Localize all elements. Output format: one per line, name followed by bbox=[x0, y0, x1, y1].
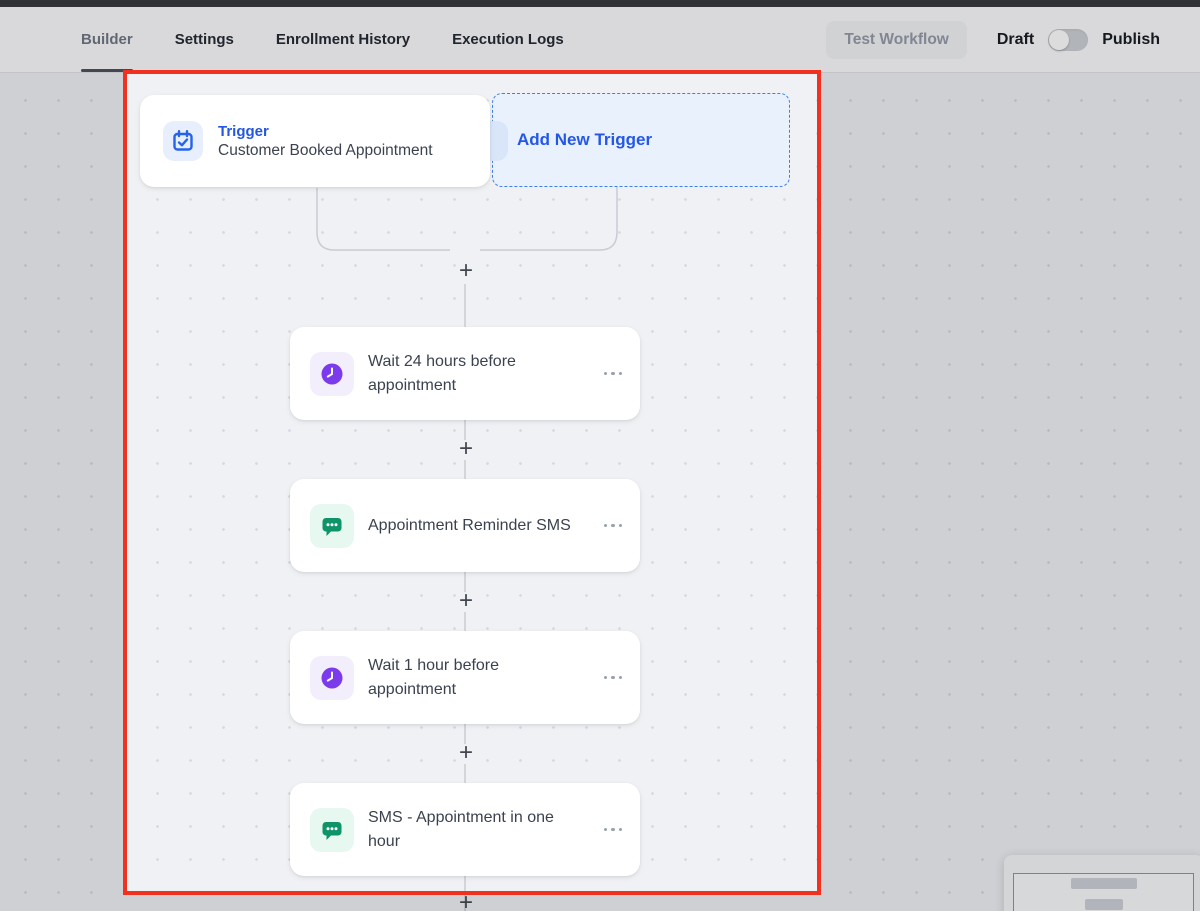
add-step-plus-4[interactable]: + bbox=[459, 741, 473, 765]
add-step-plus-1[interactable]: + bbox=[459, 259, 473, 283]
ellipsis-menu-icon[interactable] bbox=[604, 828, 623, 832]
toggle-knob bbox=[1049, 30, 1069, 50]
tab-settings[interactable]: Settings bbox=[175, 7, 234, 72]
workflow-builder-screen: Builder Settings Enrollment History Exec… bbox=[0, 0, 1200, 911]
minimap-node-bar bbox=[1085, 899, 1123, 910]
sms-icon bbox=[310, 808, 354, 852]
publish-label: Publish bbox=[1102, 31, 1160, 49]
trigger-card-subtitle: Customer Booked Appointment bbox=[218, 142, 433, 160]
ellipsis-menu-icon[interactable] bbox=[604, 524, 623, 528]
trigger-card[interactable]: Trigger Customer Booked Appointment bbox=[140, 95, 490, 187]
add-new-trigger-box[interactable]: Add New Trigger bbox=[492, 93, 790, 187]
trigger-card-title: Trigger bbox=[218, 123, 433, 140]
ellipsis-menu-icon[interactable] bbox=[604, 676, 623, 680]
calendar-check-icon bbox=[163, 121, 203, 161]
add-step-plus-3[interactable]: + bbox=[459, 589, 473, 613]
step-card-title: Wait 24 hours before appointment bbox=[368, 350, 584, 396]
step-card-wait-1h[interactable]: Wait 1 hour before appointment bbox=[290, 631, 640, 724]
header-actions: Test Workflow Draft Publish bbox=[826, 7, 1160, 72]
tab-execution-logs[interactable]: Execution Logs bbox=[452, 7, 564, 72]
step-card-title: SMS - Appointment in one hour bbox=[368, 806, 584, 852]
step-card-wait-24h[interactable]: Wait 24 hours before appointment bbox=[290, 327, 640, 420]
tab-enrollment-history[interactable]: Enrollment History bbox=[276, 7, 410, 72]
minimap-node-bar bbox=[1071, 878, 1137, 889]
window-top-bar bbox=[0, 0, 1200, 7]
step-card-sms-one-hour[interactable]: SMS - Appointment in one hour bbox=[290, 783, 640, 876]
workflow-tabs: Builder Settings Enrollment History Exec… bbox=[81, 7, 564, 72]
step-card-reminder-sms[interactable]: Appointment Reminder SMS bbox=[290, 479, 640, 572]
ellipsis-menu-icon[interactable] bbox=[604, 372, 623, 376]
clock-icon bbox=[310, 656, 354, 700]
canvas-minimap[interactable] bbox=[1004, 855, 1200, 911]
test-workflow-button[interactable]: Test Workflow bbox=[826, 21, 967, 59]
publish-toggle[interactable] bbox=[1048, 29, 1088, 51]
add-new-trigger-label: Add New Trigger bbox=[517, 130, 652, 150]
sms-icon bbox=[310, 504, 354, 548]
step-card-title: Appointment Reminder SMS bbox=[368, 514, 584, 537]
add-step-plus-2[interactable]: + bbox=[459, 437, 473, 461]
tab-builder[interactable]: Builder bbox=[81, 7, 133, 72]
workflow-header: Builder Settings Enrollment History Exec… bbox=[0, 7, 1200, 73]
step-card-title: Wait 1 hour before appointment bbox=[368, 654, 584, 700]
workflow-canvas[interactable]: Add New Trigger Trigger Customer Booked … bbox=[0, 72, 1200, 911]
add-step-plus-5[interactable]: + bbox=[459, 891, 473, 911]
trigger-card-text: Trigger Customer Booked Appointment bbox=[218, 123, 433, 160]
minimap-viewport bbox=[1013, 873, 1194, 911]
draft-label: Draft bbox=[997, 31, 1034, 49]
clock-icon bbox=[310, 352, 354, 396]
